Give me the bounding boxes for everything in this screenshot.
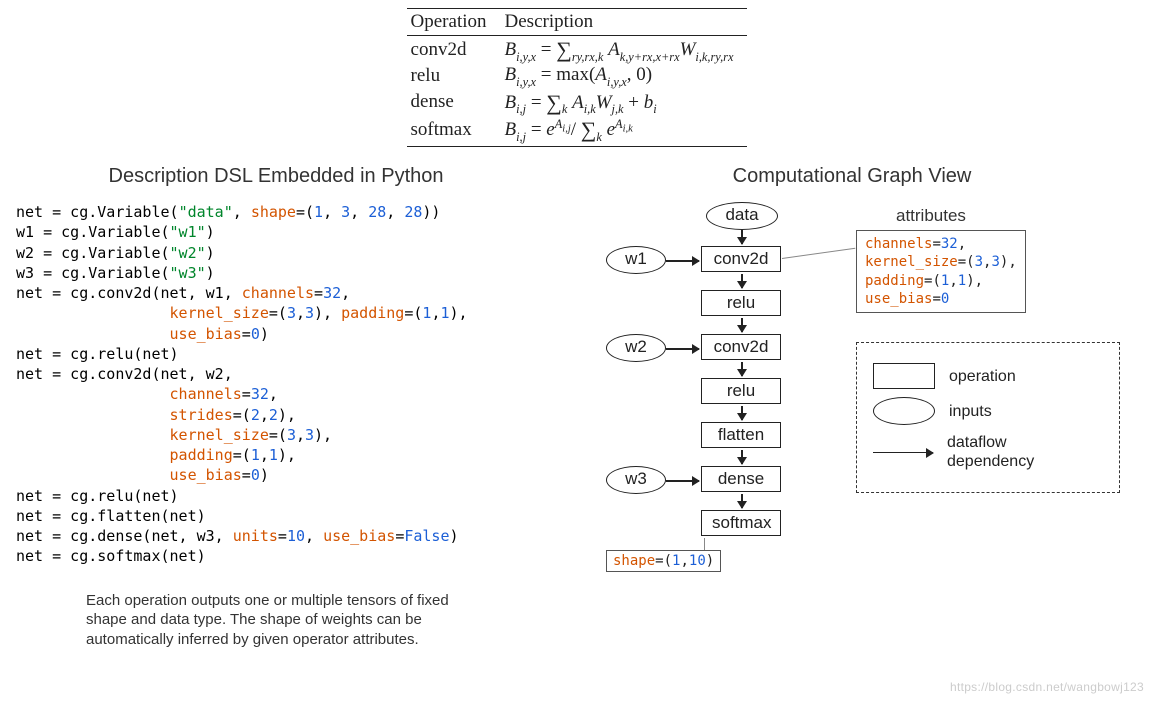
left-title: Description DSL Embedded in Python xyxy=(16,165,536,188)
desc-dense: Bi,j = ∑k Ai,kWj,k + bi xyxy=(501,89,748,117)
arrow xyxy=(741,318,743,332)
op-conv2d: conv2d xyxy=(407,36,501,64)
legend-input-icon xyxy=(873,397,935,425)
legend: operation inputs dataflow dependency xyxy=(856,342,1120,492)
arrow xyxy=(666,348,699,350)
node-flatten: flatten xyxy=(701,422,781,448)
legend-op-label: operation xyxy=(949,367,1016,386)
arrow xyxy=(741,362,743,376)
desc-relu: Bi,y,x = max(Ai,y,x, 0) xyxy=(501,64,748,89)
legend-input-label: inputs xyxy=(949,402,992,421)
legend-op-icon xyxy=(873,363,935,389)
op-dense: dense xyxy=(407,89,501,117)
operation-table: Operation Description conv2d Bi,y,x = ∑r… xyxy=(16,8,1138,147)
footnote: Each operation outputs one or multiple t… xyxy=(86,591,466,650)
node-data: data xyxy=(706,202,778,230)
arrow xyxy=(741,230,743,244)
op-softmax: softmax xyxy=(407,116,501,146)
node-relu-2: relu xyxy=(701,378,781,404)
node-softmax: softmax xyxy=(701,510,781,536)
right-title: Computational Graph View xyxy=(566,165,1138,188)
node-w3: w3 xyxy=(606,466,666,494)
arrow xyxy=(666,260,699,262)
dsl-code: net = cg.Variable("data", shape=(1, 3, 2… xyxy=(16,202,536,567)
arrow xyxy=(741,494,743,508)
arrow xyxy=(741,450,743,464)
desc-conv2d: Bi,y,x = ∑ry,rx,k Ak,y+rx,x+rxWi,k,ry,rx xyxy=(501,36,748,64)
legend-arrow-icon xyxy=(873,452,933,454)
graph-area: data conv2d w1 relu conv2d w2 relu flatt… xyxy=(566,202,1138,682)
arrow xyxy=(741,406,743,420)
connector xyxy=(782,248,855,259)
desc-softmax: Bi,j = eAi,j/ ∑k eAi,k xyxy=(501,116,748,146)
node-w2: w2 xyxy=(606,334,666,362)
node-conv2d-1: conv2d xyxy=(701,246,781,272)
node-relu-1: relu xyxy=(701,290,781,316)
op-relu: relu xyxy=(407,64,501,89)
legend-dataflow-label: dataflow dependency xyxy=(947,433,1034,471)
watermark: https://blog.csdn.net/wangbowj123 xyxy=(950,680,1144,694)
attributes-label: attributes xyxy=(896,206,966,226)
arrow xyxy=(666,480,699,482)
node-dense: dense xyxy=(701,466,781,492)
attributes-box: channels=32, kernel_size=(3,3), padding=… xyxy=(856,230,1026,313)
node-conv2d-2: conv2d xyxy=(701,334,781,360)
shape-box: shape=(1,10) xyxy=(606,550,721,572)
table-header-desc: Description xyxy=(501,9,748,36)
node-w1: w1 xyxy=(606,246,666,274)
arrow xyxy=(741,274,743,288)
table-header-op: Operation xyxy=(407,9,501,36)
